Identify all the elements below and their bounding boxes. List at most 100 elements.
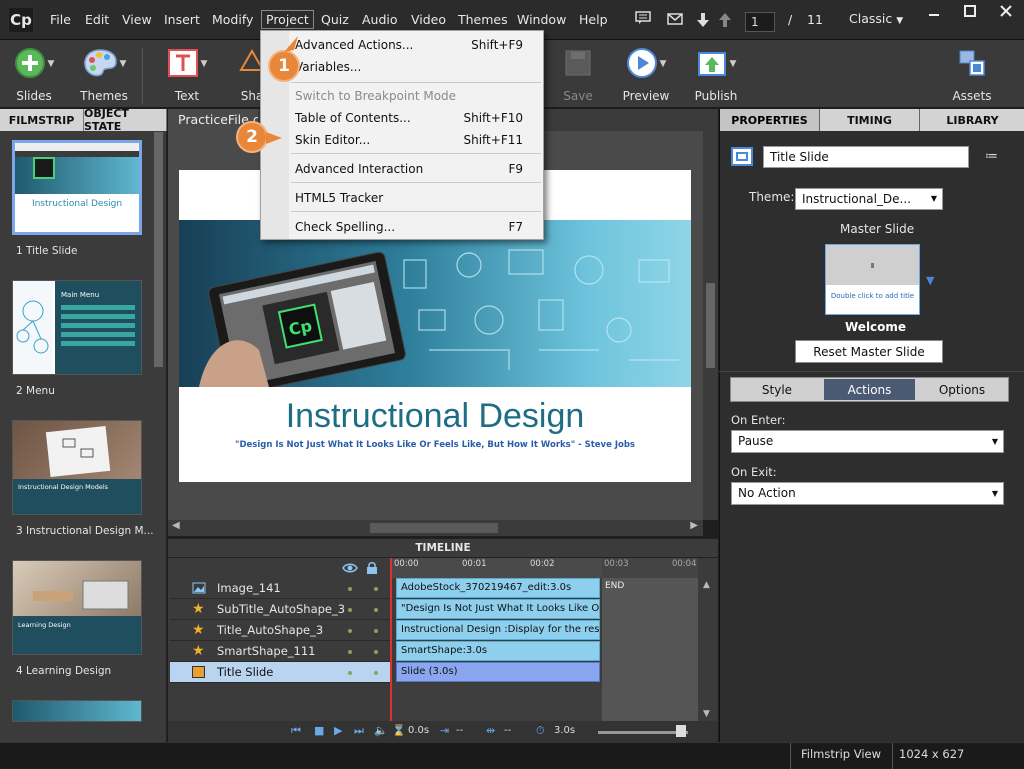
timeline-row[interactable]: ★ SmartShape_111 <box>170 641 390 662</box>
lock-dot[interactable] <box>374 629 378 633</box>
menu-audio[interactable]: Audio <box>362 12 398 27</box>
panel-menu-icon[interactable]: ≔ <box>985 149 998 164</box>
master-dropdown-icon[interactable]: ▼ <box>926 274 934 287</box>
close-button[interactable] <box>988 0 1024 22</box>
audio-icon[interactable]: 🔈 <box>374 724 388 737</box>
stop-icon[interactable]: ■ <box>314 724 324 737</box>
tab-library[interactable]: LIBRARY <box>919 109 1024 131</box>
slide-thumbnail-5[interactable] <box>12 700 142 722</box>
slide-thumbnail-4[interactable]: Learning Design <box>12 560 142 655</box>
menu-item-skin-editor[interactable]: Skin Editor... Shift+F11 <box>261 130 543 150</box>
rewind-icon[interactable]: ⏮ <box>291 724 301 738</box>
scroll-down-icon[interactable]: ▼ <box>703 709 710 719</box>
text-button[interactable]: ▼ Text <box>157 44 217 103</box>
timeline-header[interactable]: TIMELINE <box>168 538 718 558</box>
themes-button[interactable]: ▼ Themes <box>74 44 134 103</box>
forward-icon[interactable]: ⏭ <box>354 724 364 738</box>
slides-button[interactable]: ▼ Slides <box>4 44 64 103</box>
tab-object-state[interactable]: OBJECT STATE <box>84 107 167 133</box>
on-enter-dropdown[interactable]: Pause ▼ <box>731 430 1004 453</box>
menu-help[interactable]: Help <box>579 12 608 27</box>
preview-button[interactable]: ▼ Preview <box>616 44 676 103</box>
master-thumb-text: Double click to add title <box>830 292 915 300</box>
timeline-bar[interactable]: AdobeStock_370219467_edit:3.0s <box>396 578 600 598</box>
menu-item-variables[interactable]: Variables... <box>261 57 543 77</box>
comment-icon[interactable] <box>635 11 651 29</box>
timeline-row[interactable]: ★ Title_AutoShape_3 <box>170 620 390 641</box>
star-icon: ★ <box>192 601 205 617</box>
page-number-input[interactable]: 1 <box>745 12 775 32</box>
menu-item-advanced-interaction[interactable]: Advanced Interaction F9 <box>261 159 543 179</box>
menu-video[interactable]: Video <box>411 12 446 27</box>
on-exit-dropdown[interactable]: No Action ▼ <box>731 482 1004 505</box>
slide-thumbnail-1[interactable]: Instructional Design <box>12 140 142 235</box>
timeline-row[interactable]: Image_141 <box>170 578 390 599</box>
arrow-up-icon[interactable] <box>719 13 731 31</box>
menu-themes[interactable]: Themes <box>458 12 508 27</box>
theme-dropdown[interactable]: Instructional_De... ▼ <box>795 188 943 210</box>
visibility-dot[interactable] <box>348 629 352 633</box>
subtab-actions[interactable]: Actions <box>824 379 915 400</box>
timeline-scrollbar[interactable]: ▲ ▼ <box>698 578 718 721</box>
mail-icon[interactable] <box>667 11 683 29</box>
tab-timing[interactable]: TIMING <box>819 109 919 131</box>
menu-view[interactable]: View <box>122 12 152 27</box>
timeline-row-selected[interactable]: Title Slide <box>170 662 390 683</box>
maximize-button[interactable] <box>952 0 988 22</box>
tab-filmstrip[interactable]: FILMSTRIP <box>0 109 84 131</box>
save-button[interactable]: Save <box>548 44 608 103</box>
slide-thumbnail-2[interactable]: Main Menu <box>12 280 142 375</box>
filmstrip-scrollbar[interactable] <box>154 132 163 367</box>
stage-vertical-scrollbar[interactable] <box>703 131 718 520</box>
zoom-slider[interactable] <box>598 731 688 734</box>
zoom-slider-handle[interactable] <box>676 725 686 737</box>
stage-horizontal-scrollbar[interactable]: ◀ ▶ <box>168 520 703 536</box>
lock-dot[interactable] <box>374 608 378 612</box>
timeline-bar[interactable]: "Design Is Not Just What It Looks Like O… <box>396 599 600 619</box>
reset-master-slide-button[interactable]: Reset Master Slide <box>795 340 943 363</box>
timeline-bar[interactable]: Instructional Design :Display for the re… <box>396 620 600 640</box>
menu-project[interactable]: Project <box>261 10 314 29</box>
tab-properties[interactable]: PROPERTIES <box>720 109 819 131</box>
visibility-dot[interactable] <box>348 671 352 675</box>
assets-button[interactable]: Assets <box>942 44 1002 103</box>
scroll-left-icon[interactable]: ◀ <box>172 520 180 531</box>
publish-button[interactable]: ▼ Publish <box>686 44 746 103</box>
slide-label-3: 3 Instructional Design M... <box>16 525 154 537</box>
visibility-dot[interactable] <box>348 608 352 612</box>
visibility-dot[interactable] <box>348 650 352 654</box>
menu-window[interactable]: Window <box>517 12 566 27</box>
menu-item-html5-tracker[interactable]: HTML5 Tracker <box>261 188 543 208</box>
menu-insert[interactable]: Insert <box>164 12 200 27</box>
lock-icon[interactable] <box>366 561 378 578</box>
timeline-ruler[interactable]: 00:00 00:01 00:02 <box>390 558 602 578</box>
divider <box>719 371 1024 372</box>
menu-file[interactable]: File <box>50 12 71 27</box>
slide-thumbnail-3[interactable]: Instructional Design Models <box>12 420 142 515</box>
menu-quiz[interactable]: Quiz <box>321 12 349 27</box>
master-slide-thumbnail[interactable]: Double click to add title <box>825 244 920 315</box>
subtab-style[interactable]: Style <box>731 378 823 401</box>
menu-item-breakpoint-mode[interactable]: Switch to Breakpoint Mode <box>261 86 543 106</box>
scroll-up-icon[interactable]: ▲ <box>703 580 710 590</box>
menu-item-advanced-actions[interactable]: Advanced Actions... Shift+F9 <box>261 35 543 55</box>
play-icon[interactable]: ▶ <box>334 724 342 737</box>
lock-dot[interactable] <box>374 650 378 654</box>
menu-item-check-spelling[interactable]: Check Spelling... F7 <box>261 217 543 237</box>
lock-dot[interactable] <box>374 587 378 591</box>
menu-edit[interactable]: Edit <box>85 12 109 27</box>
subtab-options[interactable]: Options <box>916 378 1008 401</box>
arrow-down-icon[interactable] <box>697 13 709 31</box>
menu-modify[interactable]: Modify <box>212 12 253 27</box>
visibility-dot[interactable] <box>348 587 352 591</box>
menu-item-table-of-contents[interactable]: Table of Contents... Shift+F10 <box>261 108 543 128</box>
slide-name-field[interactable]: Title Slide <box>763 146 969 168</box>
timeline-row[interactable]: ★ SubTitle_AutoShape_3 <box>170 599 390 620</box>
eye-icon[interactable] <box>342 562 358 577</box>
workspace-selector[interactable]: Classic ▼ <box>849 11 903 26</box>
timeline-bar[interactable]: SmartShape:3.0s <box>396 641 600 661</box>
scroll-right-icon[interactable]: ▶ <box>690 520 698 531</box>
minimize-button[interactable] <box>916 0 952 22</box>
lock-dot[interactable] <box>374 671 378 675</box>
timeline-bar[interactable]: Slide (3.0s) <box>396 662 600 682</box>
